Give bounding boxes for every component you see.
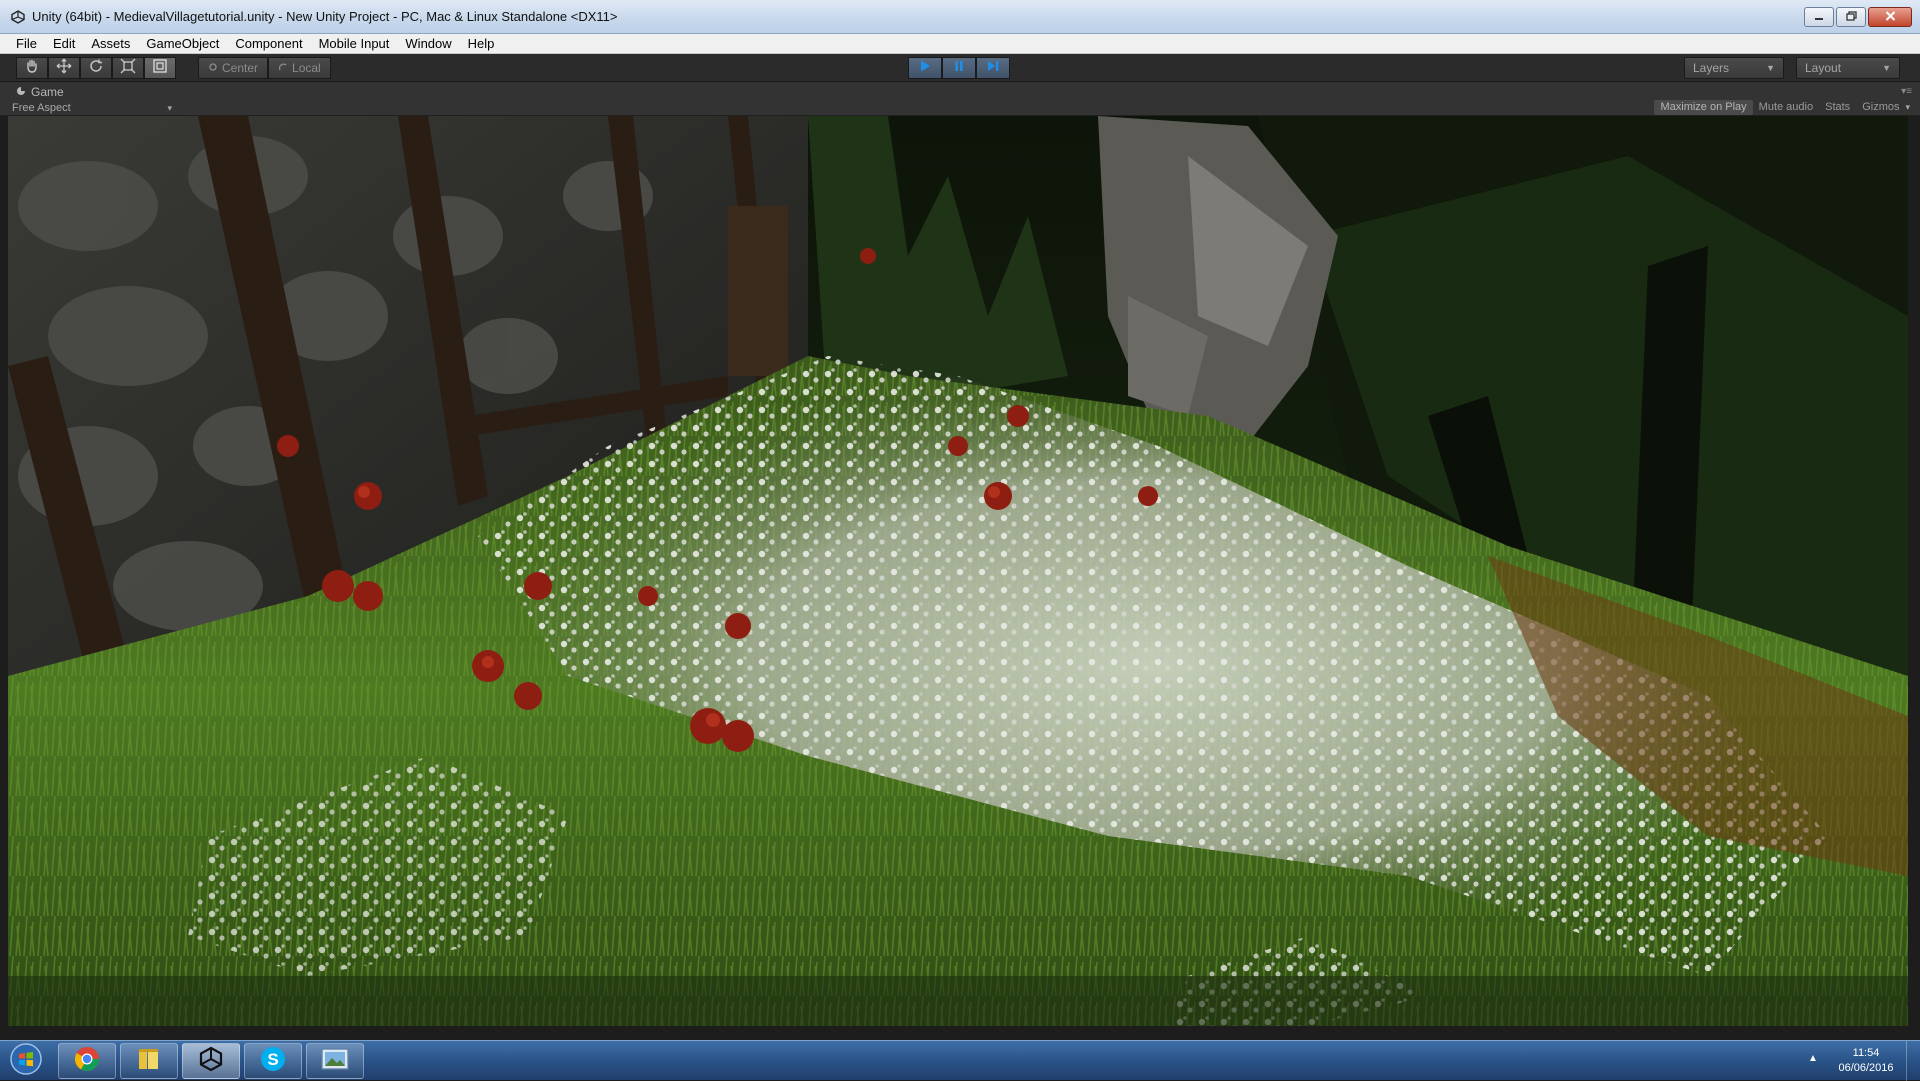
game-view-header: Game ▾≡ Free Aspect ▾ Maximize on Play M… xyxy=(0,82,1920,116)
file-explorer-icon xyxy=(135,1046,163,1077)
menu-edit[interactable]: Edit xyxy=(45,34,83,54)
pivot-center-label: Center xyxy=(222,61,259,75)
aspect-ratio-label: Free Aspect xyxy=(12,102,71,114)
layout-dropdown[interactable]: Layout ▼ xyxy=(1796,57,1900,79)
show-desktop-button[interactable] xyxy=(1906,1041,1920,1081)
pause-icon xyxy=(952,59,966,78)
layers-dropdown[interactable]: Layers ▼ xyxy=(1684,57,1784,79)
move-tool-button[interactable] xyxy=(48,57,80,79)
pivot-center-icon xyxy=(208,61,218,75)
chevron-down-icon: ▾ xyxy=(1905,102,1910,112)
hand-tool-button[interactable] xyxy=(16,57,48,79)
tray-expand-icon[interactable]: ▲ xyxy=(1808,1053,1818,1064)
game-tab-label: Game xyxy=(31,85,64,99)
game-tab-icon xyxy=(16,85,26,99)
minimize-button[interactable] xyxy=(1804,7,1834,27)
tab-game[interactable]: Game xyxy=(8,84,76,100)
rect-tool-icon xyxy=(152,58,168,79)
viewport-bottom-frame xyxy=(0,1026,1920,1040)
menu-file[interactable]: File xyxy=(8,34,45,54)
menu-mobile-input[interactable]: Mobile Input xyxy=(311,34,398,54)
windows-taskbar: S ▲ 11:54 06/06/2016 xyxy=(0,1040,1920,1081)
pivot-local-icon xyxy=(278,61,288,75)
scale-tool-button[interactable] xyxy=(112,57,144,79)
restore-icon xyxy=(1845,10,1857,24)
pause-button[interactable] xyxy=(942,57,976,79)
play-button[interactable] xyxy=(908,57,942,79)
rotate-tool-button[interactable] xyxy=(80,57,112,79)
image-viewer-icon xyxy=(320,1046,350,1077)
game-scene-render xyxy=(8,116,1908,1026)
close-icon xyxy=(1885,10,1896,24)
chrome-icon xyxy=(73,1045,101,1078)
move-icon xyxy=(56,58,72,79)
svg-text:S: S xyxy=(267,1050,278,1069)
minimize-icon xyxy=(1814,10,1824,24)
window-controls xyxy=(1804,7,1912,27)
game-view-options: Maximize on Play Mute audio Stats Gizmos… xyxy=(1654,100,1910,115)
step-icon xyxy=(986,59,1000,78)
hand-icon xyxy=(24,58,40,79)
pivot-local-button[interactable]: Local xyxy=(268,57,331,79)
unity-app-icon xyxy=(10,9,26,25)
pivot-local-label: Local xyxy=(292,61,321,75)
tab-menu-icon[interactable]: ▾≡ xyxy=(1901,86,1912,97)
unity-toolbar: Center Local Layers ▼ Layout ▼ xyxy=(0,54,1920,82)
gizmos-dropdown[interactable]: Gizmos xyxy=(1856,100,1905,115)
taskbar-unity-button[interactable] xyxy=(182,1043,240,1079)
play-controls xyxy=(908,57,1010,79)
play-icon xyxy=(918,59,932,78)
start-button[interactable] xyxy=(6,1042,46,1080)
rect-tool-button[interactable] xyxy=(144,57,176,79)
window-title-bar[interactable]: Unity (64bit) - MedievalVillagetutorial.… xyxy=(0,0,1920,34)
step-button[interactable] xyxy=(976,57,1010,79)
skype-icon: S xyxy=(259,1045,287,1078)
taskbar-skype-button[interactable]: S xyxy=(244,1043,302,1079)
chevron-down-icon: ▾ xyxy=(167,102,172,113)
scale-icon xyxy=(120,58,136,79)
taskbar-image-viewer-button[interactable] xyxy=(306,1043,364,1079)
menu-window[interactable]: Window xyxy=(397,34,459,54)
menu-assets[interactable]: Assets xyxy=(83,34,138,54)
menu-bar: File Edit Assets GameObject Component Mo… xyxy=(0,34,1920,54)
maximize-on-play-toggle[interactable]: Maximize on Play xyxy=(1654,100,1753,115)
pivot-center-button[interactable]: Center xyxy=(198,57,269,79)
stats-toggle[interactable]: Stats xyxy=(1819,100,1856,115)
transform-tools xyxy=(16,57,176,79)
pivot-controls: Center Local xyxy=(198,57,331,79)
window-title: Unity (64bit) - MedievalVillagetutorial.… xyxy=(32,9,618,24)
menu-help[interactable]: Help xyxy=(460,34,503,54)
aspect-ratio-dropdown[interactable]: Free Aspect ▾ xyxy=(12,101,172,115)
taskbar-chrome-button[interactable] xyxy=(58,1043,116,1079)
layout-dropdown-label: Layout xyxy=(1805,61,1842,75)
system-clock[interactable]: 11:54 06/06/2016 xyxy=(1836,1046,1896,1076)
clock-date: 06/06/2016 xyxy=(1838,1062,1894,1074)
rotate-icon xyxy=(88,58,104,79)
layers-dropdown-label: Layers xyxy=(1693,61,1730,75)
game-viewport[interactable] xyxy=(8,116,1908,1026)
clock-time: 11:54 xyxy=(1852,1047,1880,1059)
chevron-down-icon: ▼ xyxy=(1766,63,1775,73)
mute-audio-toggle[interactable]: Mute audio xyxy=(1753,100,1819,115)
chevron-down-icon: ▼ xyxy=(1882,63,1891,73)
windows-logo-icon xyxy=(10,1042,42,1080)
unity-icon xyxy=(197,1045,225,1078)
menu-gameobject[interactable]: GameObject xyxy=(138,34,227,54)
restore-button[interactable] xyxy=(1836,7,1866,27)
close-button[interactable] xyxy=(1868,7,1912,27)
menu-component[interactable]: Component xyxy=(227,34,310,54)
taskbar-explorer-button[interactable] xyxy=(120,1043,178,1079)
